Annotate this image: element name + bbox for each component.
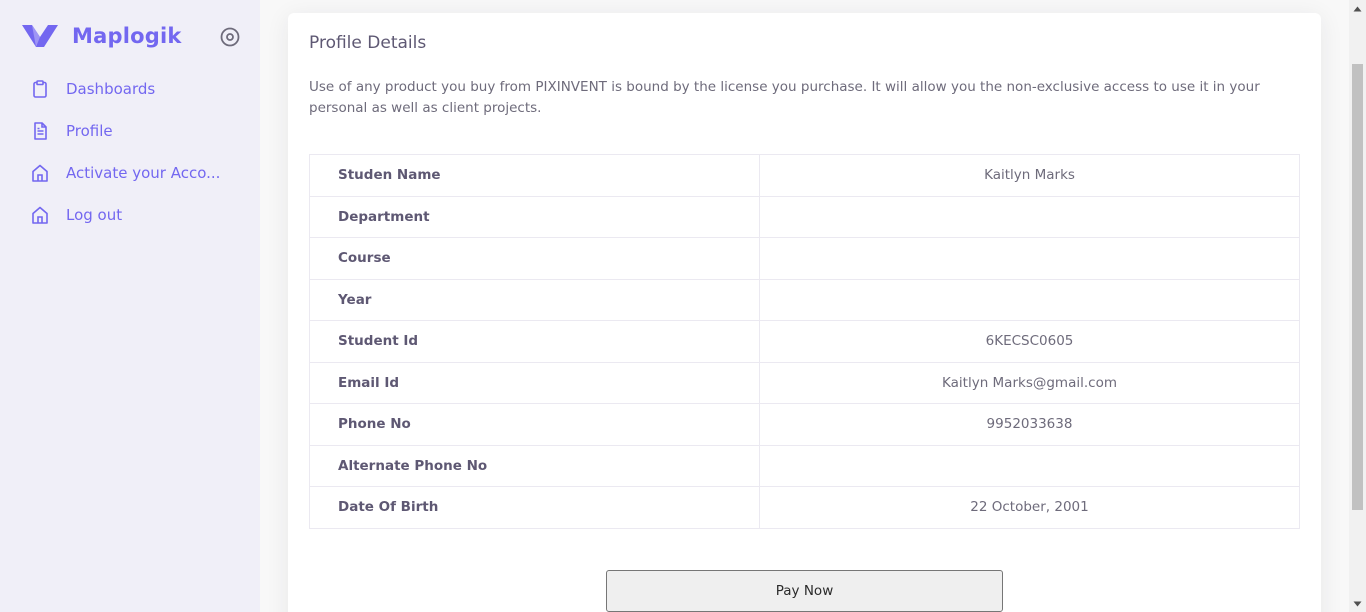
table-row: Date Of Birth 22 October, 2001 <box>309 486 1300 529</box>
profile-card: Profile Details Use of any product you b… <box>288 13 1321 612</box>
sidebar-item-label: Profile <box>66 122 113 140</box>
table-row: Student Id 6KECSC0605 <box>309 320 1300 363</box>
table-row: Alternate Phone No <box>309 444 1300 487</box>
page-title: Profile Details <box>309 33 427 53</box>
sidebar-item-label: Dashboards <box>66 80 156 98</box>
table-row: Department <box>309 195 1300 238</box>
clipboard-icon <box>33 80 47 98</box>
sidebar-item-profile[interactable]: Profile <box>0 110 260 152</box>
row-label: Course <box>309 237 760 280</box>
row-value <box>759 195 1300 238</box>
sidebar-item-label: Log out <box>66 206 123 224</box>
license-description: Use of any product you buy from PIXINVEN… <box>309 79 1260 116</box>
row-label: Date Of Birth <box>309 486 760 529</box>
table-row: Studen Name Kaitlyn Marks <box>309 154 1300 197</box>
sidebar-item-dashboards[interactable]: Dashboards <box>0 68 260 110</box>
row-value: 22 October, 2001 <box>759 486 1300 529</box>
sidebar-item-activate-account[interactable]: Activate your Acco... <box>0 152 260 194</box>
row-label: Phone No <box>309 403 760 446</box>
row-label: Year <box>309 278 760 321</box>
brand-logo-icon <box>22 25 58 47</box>
row-label: Student Id <box>309 320 760 363</box>
row-label: Department <box>309 195 760 238</box>
sidebar-item-label: Activate your Acco... <box>66 164 221 182</box>
home-icon <box>32 164 48 182</box>
home-icon <box>32 206 48 224</box>
row-label: Email Id <box>309 361 760 404</box>
row-value <box>759 444 1300 487</box>
row-value: 6KECSC0605 <box>759 320 1300 363</box>
row-value: Kaitlyn Marks <box>759 154 1300 197</box>
table-row: Course <box>309 237 1300 280</box>
row-value <box>759 278 1300 321</box>
sidebar-nav: Dashboards Profile Activate your Acco... <box>0 68 260 236</box>
scroll-down-icon[interactable] <box>1349 595 1366 612</box>
vertical-scrollbar[interactable] <box>1349 0 1366 612</box>
brand-name: Maplogik <box>72 24 182 48</box>
table-row: Phone No 9952033638 <box>309 403 1300 446</box>
sidebar-item-logout[interactable]: Log out <box>0 194 260 236</box>
table-row: Email Id Kaitlyn Marks@gmail.com <box>309 361 1300 404</box>
row-value: Kaitlyn Marks@gmail.com <box>759 361 1300 404</box>
pay-now-button[interactable]: Pay Now <box>606 570 1003 612</box>
brand[interactable]: Maplogik <box>22 22 182 50</box>
row-value <box>759 237 1300 280</box>
row-label: Alternate Phone No <box>309 444 760 487</box>
sidebar-toggle-icon[interactable] <box>219 26 241 48</box>
row-value: 9952033638 <box>759 403 1300 446</box>
table-row: Year <box>309 278 1300 321</box>
row-label: Studen Name <box>309 154 760 197</box>
sidebar: Maplogik Dashboards Profile Activate you… <box>0 0 260 612</box>
profile-details-table: Studen Name Kaitlyn Marks Department Cou… <box>309 154 1300 529</box>
scrollbar-thumb[interactable] <box>1352 64 1363 510</box>
file-text-icon <box>34 122 47 140</box>
scroll-up-icon[interactable] <box>1349 0 1366 17</box>
